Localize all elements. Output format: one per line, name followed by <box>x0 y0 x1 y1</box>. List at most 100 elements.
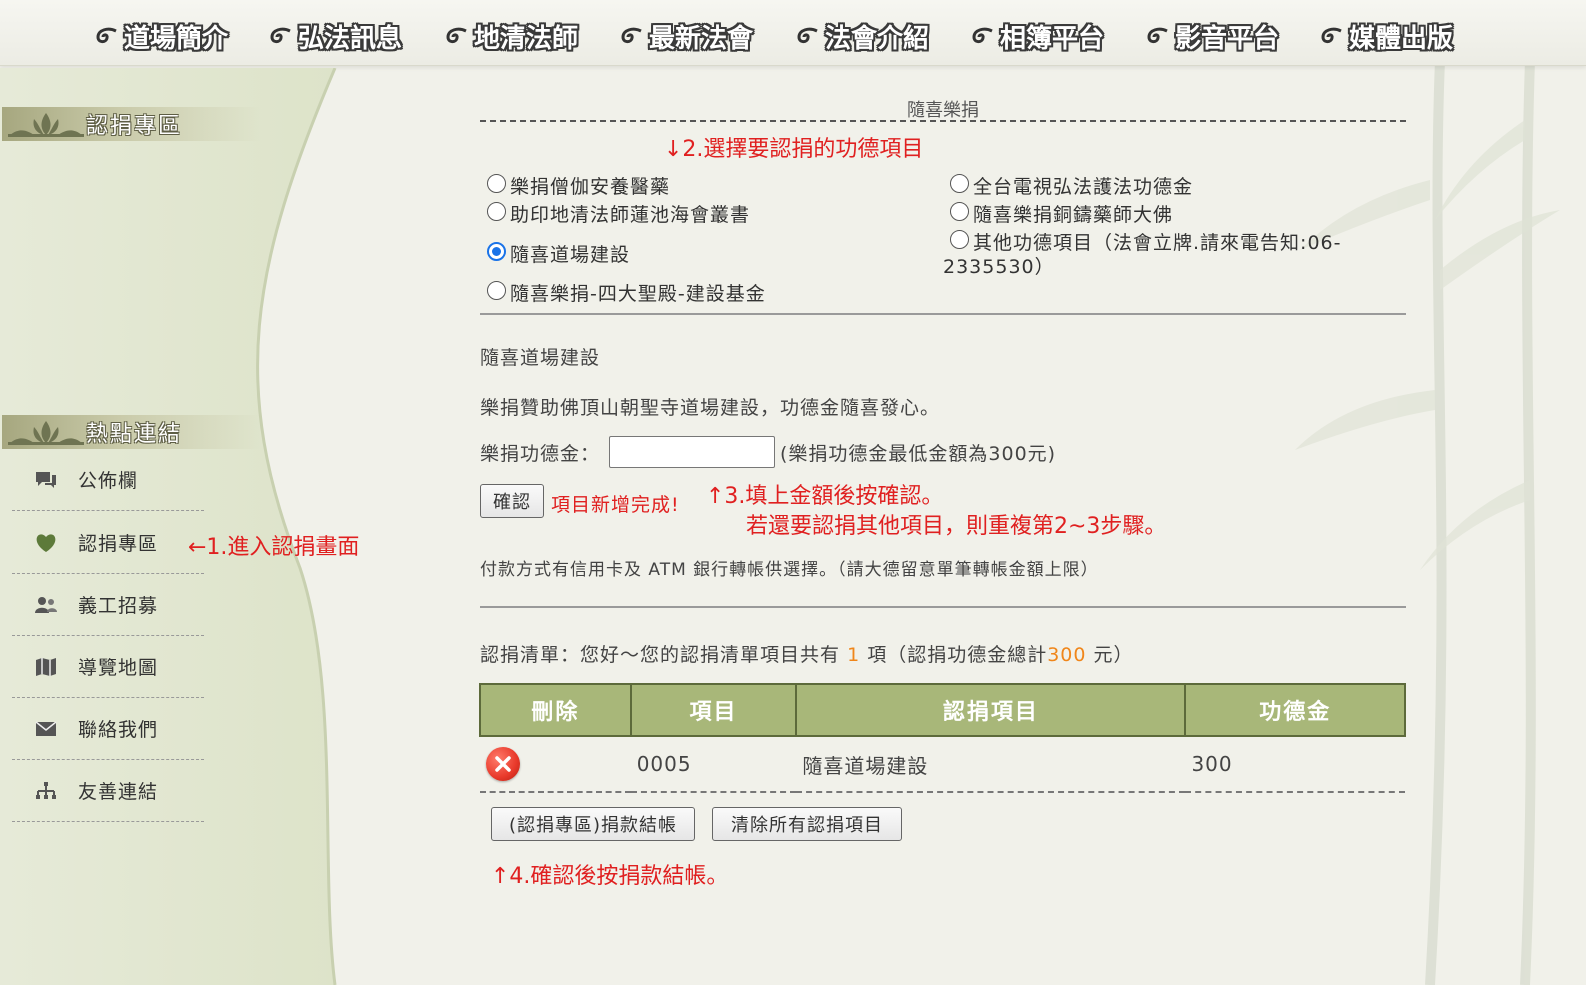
sidebar-item-volunteer[interactable]: 義工招募 <box>12 574 204 636</box>
swirl-icon <box>1147 27 1168 44</box>
sidebar-item-label: 認捐專區 <box>78 533 159 555</box>
nav-item-media[interactable]: 媒體出版 <box>1319 16 1453 56</box>
nav-item-label: 法會介紹 <box>825 23 930 54</box>
swirl-icon <box>96 27 117 44</box>
option-label: 全台電視弘法護法功德金 <box>973 176 1194 198</box>
selected-item-title: 隨喜道場建設 <box>480 347 601 369</box>
sitemap-icon <box>34 780 58 802</box>
radio-button[interactable] <box>950 174 969 193</box>
option-bronze-buddha[interactable]: 隨喜樂捐銅鑄藥師大佛 <box>950 200 1173 227</box>
cart-summary-suffix: 元） <box>1093 644 1134 666</box>
map-icon <box>34 656 58 678</box>
annotation-step-1: ←1.進入認捐畫面 <box>188 535 360 560</box>
checkout-button[interactable]: (認捐專區)捐款結帳 <box>491 807 695 841</box>
nav-item-label: 媒體出版 <box>1349 23 1454 54</box>
payment-note: 付款方式有信用卡及 ATM 銀行轉帳供選擇。（請大德留意單筆轉帳金額上限） <box>480 560 1099 580</box>
option-book-printing[interactable]: 助印地清法師蓮池海會叢書 <box>487 200 750 227</box>
sidebar-item-label: 公佈欄 <box>78 470 139 492</box>
mail-icon <box>34 718 58 740</box>
annotation-step-3: ↑3.填上金額後按確認。 <box>706 484 944 509</box>
sidebar-item-contact[interactable]: 聯絡我們 <box>12 698 204 760</box>
nav-item-about[interactable]: 道場簡介 <box>94 16 228 56</box>
nav-item-label: 道場簡介 <box>124 23 229 54</box>
clear-all-button[interactable]: 清除所有認捐項目 <box>712 807 902 841</box>
lotus-icon <box>8 113 84 137</box>
nav-item-master[interactable]: 地清法師 <box>444 16 578 56</box>
sidebar-section-title: 熱點連結 <box>86 422 183 447</box>
top-navigation: 道場簡介 弘法訊息 地清法師 最新法會 法會介紹 相簿平台 影音平台 媒體出版 <box>0 0 1586 66</box>
option-sangha-medical[interactable]: 樂捐僧伽安養醫藥 <box>487 172 670 199</box>
cart-table: 刪除 項目 認捐項目 功德金 0005 隨喜道場建設 300 <box>479 683 1406 793</box>
cart-summary: 認捐清單：您好～您的認捐清單項目共有 1 項（認捐功德金總計300 元） <box>480 640 1134 667</box>
amount-label: 樂捐功德金： <box>480 443 601 465</box>
radio-button[interactable] <box>950 202 969 221</box>
confirm-button[interactable]: 確認 <box>480 484 544 518</box>
option-label: 隨喜樂捐銅鑄藥師大佛 <box>973 204 1174 226</box>
annotation-step-4: ↑4.確認後按捐款結帳。 <box>491 864 729 889</box>
sidebar-item-donation[interactable]: 認捐專區 <box>12 512 204 574</box>
column-header-amount: 功德金 <box>1184 683 1406 737</box>
form-title-text: 隨喜樂捐 <box>907 100 979 121</box>
nav-item-label: 弘法訊息 <box>298 23 403 54</box>
form-title: 隨喜樂捐 <box>480 96 1406 122</box>
option-label: 助印地清法師蓮池海會叢書 <box>510 204 751 226</box>
column-header-delete: 刪除 <box>479 683 632 737</box>
nav-item-latest-events[interactable]: 最新法會 <box>619 16 753 56</box>
lotus-icon <box>8 421 84 445</box>
bamboo-background <box>1295 60 1560 985</box>
option-other[interactable]: 其他功德項目（法會立牌.請來電告知:06- <box>950 228 1341 255</box>
cart-total: 300 <box>1047 644 1087 666</box>
sidebar-item-map[interactable]: 導覽地圖 <box>12 636 204 698</box>
column-header-item: 認捐項目 <box>795 683 1187 737</box>
sidebar: 認捐專區 熱點連結 公佈欄 認捐專區 義工招募 導覽地圖 聯絡我們 友善連結 <box>0 68 345 985</box>
sidebar-item-label: 友善連結 <box>78 781 159 803</box>
swirl-icon <box>1321 27 1342 44</box>
amount-note: (樂捐功德金最低金額為300元) <box>780 443 1057 465</box>
people-icon <box>34 594 58 616</box>
option-label: 隨喜樂捐-四大聖殿-建設基金 <box>510 283 766 305</box>
option-tv-dharma[interactable]: 全台電視弘法護法功德金 <box>950 172 1193 199</box>
nav-item-event-intro[interactable]: 法會介紹 <box>795 16 929 56</box>
option-label: 隨喜道場建設 <box>510 244 631 266</box>
swirl-icon <box>446 27 467 44</box>
option-label: 樂捐僧伽安養醫藥 <box>510 176 671 198</box>
annotation-step-3-detail: 若還要認捐其他項目，則重複第2~3步驟。 <box>746 514 1167 539</box>
nav-item-label: 地清法師 <box>474 23 579 54</box>
option-label: 其他功德項目（法會立牌.請來電告知:06- <box>973 232 1342 254</box>
chat-icon <box>34 469 58 491</box>
radio-button[interactable] <box>950 230 969 249</box>
sidebar-item-label: 聯絡我們 <box>78 719 159 741</box>
option-temple-construction[interactable]: 隨喜道場建設 <box>487 240 630 267</box>
nav-item-label: 相簿平台 <box>1000 23 1105 54</box>
sidebar-item-label: 導覽地圖 <box>78 657 159 679</box>
option-four-halls-fund[interactable]: 隨喜樂捐-四大聖殿-建設基金 <box>487 279 766 306</box>
annotation-step-2: ↓2.選擇要認捐的功德項目 <box>664 137 924 162</box>
radio-button[interactable] <box>487 174 506 193</box>
radio-button-selected[interactable] <box>487 242 506 261</box>
divider <box>480 606 1406 608</box>
sidebar-item-bulletin[interactable]: 公佈欄 <box>12 449 204 511</box>
selected-item-description: 樂捐贊助佛頂山朝聖寺道場建設，功德金隨喜發心。 <box>480 397 941 419</box>
nav-item-label: 最新法會 <box>649 23 754 54</box>
table-row: 0005 隨喜道場建設 300 <box>480 736 1405 793</box>
swirl-icon <box>270 27 291 44</box>
swirl-icon <box>972 27 993 44</box>
radio-button[interactable] <box>487 202 506 221</box>
item-amount: 300 <box>1185 736 1405 793</box>
radio-button[interactable] <box>487 281 506 300</box>
nav-item-video[interactable]: 影音平台 <box>1145 16 1279 56</box>
option-other-line2: 2335530） <box>943 256 1055 278</box>
nav-item-albums[interactable]: 相簿平台 <box>970 16 1104 56</box>
delete-icon[interactable] <box>486 747 520 781</box>
heart-icon <box>34 532 58 554</box>
sidebar-section-donation: 認捐專區 <box>2 107 262 141</box>
nav-item-dharma-news[interactable]: 弘法訊息 <box>268 16 402 56</box>
amount-input[interactable] <box>609 436 775 468</box>
cart-summary-mid: 項（認捐功德金總計 <box>867 644 1048 666</box>
cart-table-header: 刪除 項目 認捐項目 功德金 <box>479 683 1406 737</box>
success-message: 項目新增完成! <box>551 494 680 516</box>
sidebar-section-title: 認捐專區 <box>86 114 183 139</box>
sidebar-item-friendly-links[interactable]: 友善連結 <box>12 760 204 822</box>
item-code: 0005 <box>630 736 797 793</box>
swirl-icon <box>797 27 818 44</box>
